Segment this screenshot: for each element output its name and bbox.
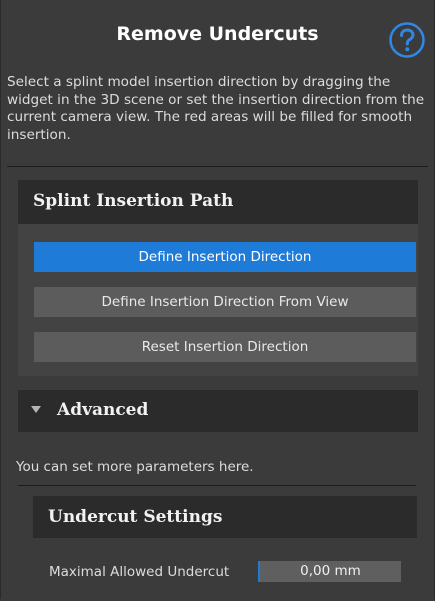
define-insertion-direction-from-view-button[interactable]: Define Insertion Direction From View [34,287,416,317]
panel-description: Select a splint model insertion directio… [7,74,425,143]
advanced-divider [18,485,416,486]
advanced-title: Advanced [57,400,149,420]
maximal-allowed-undercut-label: Maximal Allowed Undercut [49,564,230,580]
splint-insertion-path-section: Splint Insertion Path Define Insertion D… [18,180,418,376]
description-divider [7,166,428,167]
define-insertion-direction-button[interactable]: Define Insertion Direction [34,242,416,272]
panel-title: Remove Undercuts [116,23,319,45]
undercut-settings-title: Undercut Settings [48,507,223,527]
remove-undercuts-panel: Remove Undercuts Select a splint model i… [0,0,435,599]
undercut-settings-header: Undercut Settings [33,496,417,538]
maximal-allowed-undercut-input[interactable]: 0,00 mm [258,561,401,582]
section-title: Splint Insertion Path [33,191,234,211]
question-circle-icon[interactable] [388,21,426,59]
advanced-section-header[interactable]: Advanced [18,390,418,432]
reset-insertion-direction-button[interactable]: Reset Insertion Direction [34,332,416,362]
panel-header: Remove Undercuts [1,0,434,70]
section-header: Splint Insertion Path [18,180,418,224]
collapse-triangle-icon [31,406,41,413]
advanced-description: You can set more parameters here. [16,459,254,475]
